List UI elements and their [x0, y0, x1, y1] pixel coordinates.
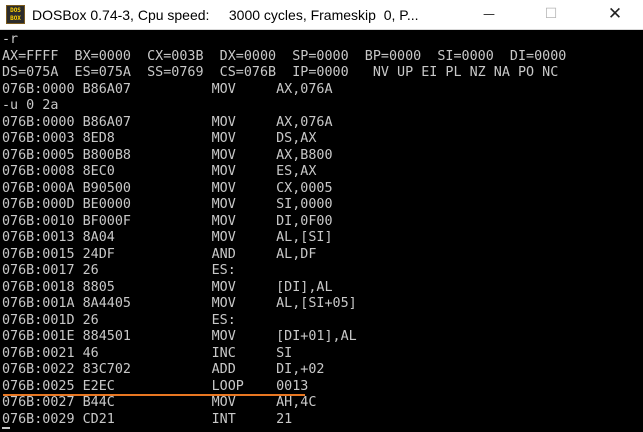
console-line: 076B:0027 B44C MOV AH,4C — [2, 395, 317, 410]
console-line: 076B:0021 46 INC SI — [2, 345, 293, 361]
app-icon-label-top: DOS — [10, 7, 21, 14]
console-line: 076B:0000 B86A07 MOV AX,076A — [2, 114, 333, 130]
text-cursor — [2, 427, 10, 429]
app-icon-label-bottom: BOX — [10, 15, 21, 22]
maximize-button[interactable]: ☐ — [528, 0, 574, 29]
console-line: 076B:001D 26 ES: — [2, 312, 236, 328]
dosbox-window: DOS BOX DOSBox 0.74-3, Cpu speed: 3000 c… — [0, 0, 643, 432]
console-line: 076B:001E 884501 MOV [DI+01],AL — [2, 329, 357, 344]
console-line: 076B:0029 CD21 INT 21 — [2, 411, 293, 427]
console-line: 076B:0013 8A04 MOV AL,[SI] — [2, 230, 333, 245]
console-line: 076B:0018 8805 MOV [DI],AL — [2, 279, 333, 295]
console-line: 076B:000A B90500 MOV CX,0005 — [2, 180, 333, 196]
console-line: DS=075A ES=075A SS=0769 CS=076B IP=0000 … — [2, 65, 559, 80]
console-line: 076B:0017 26 ES: — [2, 263, 236, 278]
console-line: 076B:0010 BF000F MOV DI,0F00 — [2, 213, 333, 229]
console-line: 076B:0025 E2EC LOOP 0013 — [2, 378, 309, 394]
console-line: 076B:0003 8ED8 MOV DS,AX — [2, 131, 317, 146]
window-title: DOSBox 0.74-3, Cpu speed: 3000 cycles, F… — [32, 7, 419, 23]
console-line: 076B:000D BE0000 MOV SI,0000 — [2, 197, 333, 212]
dosbox-app-icon[interactable]: DOS BOX — [6, 5, 25, 24]
dos-console[interactable]: -r AX=FFFF BX=0000 CX=003B DX=0000 SP=00… — [0, 31, 643, 432]
console-line: 076B:0022 83C702 ADD DI,+02 — [2, 362, 325, 377]
minimize-icon: — — [483, 7, 495, 21]
minimize-button[interactable]: — — [466, 0, 512, 29]
console-line: 076B:0005 B800B8 MOV AX,B800 — [2, 147, 333, 163]
console-line: -r — [2, 32, 19, 47]
console-line: 076B:0008 8EC0 MOV ES,AX — [2, 164, 317, 179]
close-icon: ✕ — [607, 4, 623, 24]
console-line: AX=FFFF BX=0000 CX=003B DX=0000 SP=0000 … — [2, 48, 567, 64]
console-line: 076B:001A 8A4405 MOV AL,[SI+05] — [2, 296, 357, 311]
close-button[interactable]: ✕ — [592, 0, 638, 29]
console-line: 076B:0015 24DF AND AL,DF — [2, 246, 317, 262]
console-line: 076B:0000 B86A07 MOV AX,076A — [2, 81, 333, 97]
console-line: -u 0 2a — [2, 98, 59, 113]
orange-underline-annotation — [3, 394, 305, 396]
title-bar[interactable]: DOS BOX DOSBox 0.74-3, Cpu speed: 3000 c… — [0, 0, 643, 30]
maximize-icon: ☐ — [544, 6, 558, 22]
